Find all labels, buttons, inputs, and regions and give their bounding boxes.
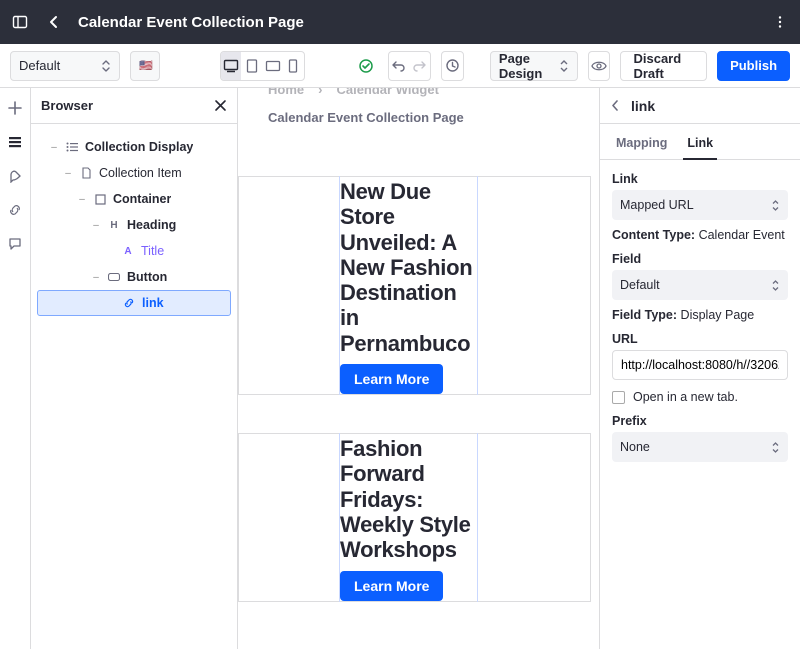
open-new-tab-checkbox[interactable]: Open in a new tab.	[612, 390, 788, 404]
caret-sort-icon	[101, 60, 111, 72]
panel-title: link	[631, 98, 655, 114]
url-label: URL	[612, 332, 788, 346]
browser-title: Browser	[41, 98, 93, 113]
add-fragment-icon[interactable]	[5, 98, 25, 118]
tab-link[interactable]: Link	[683, 132, 717, 160]
tree-node-container[interactable]: – Container	[37, 186, 231, 212]
panel-tabs: Mapping Link	[600, 124, 800, 160]
undo-button[interactable]	[389, 52, 410, 80]
tree-node-heading[interactable]: – H Heading	[37, 212, 231, 238]
learn-more-button[interactable]: Learn More	[340, 571, 443, 601]
preview-button[interactable]	[588, 51, 611, 81]
flag-icon: 🇺🇸	[139, 59, 151, 72]
tree-node-link[interactable]: link	[37, 290, 231, 316]
collection-display-preview: New Due Store Unveiled: A New Fashion De…	[238, 168, 599, 649]
close-icon[interactable]	[214, 99, 227, 112]
comments-rail-icon[interactable]	[5, 234, 25, 254]
url-input[interactable]	[612, 350, 788, 380]
tree-node-collection-item[interactable]: – Collection Item	[37, 160, 231, 186]
canvas-subtitle: Calendar Event Collection Page	[268, 110, 464, 125]
status-ok-icon[interactable]	[355, 51, 378, 81]
browser-rail-icon[interactable]	[5, 132, 25, 152]
field-label: Field	[612, 252, 788, 266]
viewport-select[interactable]: Default	[10, 51, 120, 81]
link-label: Link	[612, 172, 788, 186]
collapse-icon: –	[49, 142, 59, 153]
card-title: Fashion Forward Fridays: Weekly Style Wo…	[340, 436, 480, 562]
canvas[interactable]: Home › Calendar Widget Calendar Event Co…	[238, 88, 600, 649]
panel-toggle-icon[interactable]	[10, 12, 30, 32]
mobile-preview-button[interactable]	[283, 52, 304, 80]
tab-mapping[interactable]: Mapping	[612, 132, 671, 159]
discard-draft-button[interactable]: Discard Draft	[620, 51, 707, 81]
prefix-select[interactable]: None	[612, 432, 788, 462]
checkbox-icon	[612, 391, 625, 404]
button-icon	[107, 270, 121, 284]
app-header: Calendar Event Collection Page	[0, 0, 800, 44]
list-icon	[65, 140, 79, 154]
device-preview-group	[220, 51, 305, 81]
page-design-label: Page Design	[499, 51, 553, 81]
content-type-row: Content Type: Calendar Event	[612, 228, 788, 242]
caret-sort-icon	[559, 60, 569, 72]
landscape-preview-button[interactable]	[262, 52, 283, 80]
browser-header: Browser	[31, 88, 237, 124]
collapse-icon: –	[63, 168, 73, 179]
panel-body: Link Mapped URL Content Type: Calendar E…	[600, 160, 800, 649]
collapse-icon: –	[91, 220, 101, 231]
field-type-row: Field Type: Display Page	[612, 308, 788, 322]
viewport-select-label: Default	[19, 58, 60, 73]
panel-back-icon[interactable]	[610, 100, 621, 111]
prefix-label: Prefix	[612, 414, 788, 428]
caret-sort-icon	[771, 200, 780, 211]
page-title: Calendar Event Collection Page	[78, 14, 304, 31]
page-design-dropdown[interactable]: Page Design	[490, 51, 578, 81]
publish-button[interactable]: Publish	[717, 51, 790, 81]
mapping-rail-icon[interactable]	[5, 200, 25, 220]
square-icon	[93, 192, 107, 206]
structure-tree: – Collection Display – Collection Item –…	[31, 124, 237, 649]
collection-card[interactable]: Fashion Forward Fridays: Weekly Style Wo…	[238, 433, 591, 601]
caret-sort-icon	[771, 280, 780, 291]
collection-card[interactable]: New Due Store Unveiled: A New Fashion De…	[238, 176, 591, 395]
breadcrumb-item: Home	[268, 88, 304, 97]
history-button[interactable]	[441, 51, 464, 81]
breadcrumb: Home › Calendar Widget	[268, 88, 439, 97]
toolbar: Default 🇺🇸	[0, 44, 800, 88]
collapse-icon: –	[91, 272, 101, 283]
tree-node-button[interactable]: – Button	[37, 264, 231, 290]
desktop-preview-button[interactable]	[221, 52, 242, 80]
locale-select[interactable]: 🇺🇸	[130, 51, 160, 81]
field-select[interactable]: Default	[612, 270, 788, 300]
tablet-preview-button[interactable]	[241, 52, 262, 80]
text-icon: A	[121, 244, 135, 258]
redo-button[interactable]	[409, 52, 430, 80]
back-icon[interactable]	[44, 12, 64, 32]
config-panel: link Mapping Link Link Mapped URL Conten…	[600, 88, 800, 649]
link-icon	[122, 296, 136, 310]
breadcrumb-item: Calendar Widget	[336, 88, 438, 97]
document-icon	[79, 166, 93, 180]
link-type-select[interactable]: Mapped URL	[612, 190, 788, 220]
heading-icon: H	[107, 218, 121, 232]
learn-more-button[interactable]: Learn More	[340, 364, 443, 394]
sidebar-rail	[0, 88, 31, 649]
browser-panel: Browser – Collection Display – Collectio…	[31, 88, 238, 649]
config-panel-header: link	[600, 88, 800, 124]
kebab-menu-icon[interactable]	[770, 12, 790, 32]
design-rail-icon[interactable]	[5, 166, 25, 186]
undo-redo-group	[388, 51, 432, 81]
tree-node-collection-display[interactable]: – Collection Display	[37, 134, 231, 160]
card-title: New Due Store Unveiled: A New Fashion De…	[340, 179, 480, 356]
collapse-icon: –	[77, 194, 87, 205]
caret-sort-icon	[771, 442, 780, 453]
main: Browser – Collection Display – Collectio…	[0, 88, 800, 649]
tree-node-title[interactable]: A Title	[37, 238, 231, 264]
